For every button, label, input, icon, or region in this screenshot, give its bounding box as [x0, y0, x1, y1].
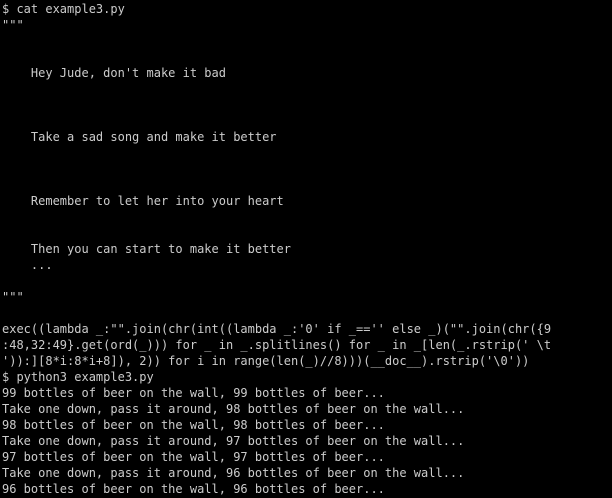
- output-line: Take one down, pass it around, 96 bottle…: [2, 466, 465, 480]
- exec-code-line: :48,32:49}.get(ord(_))) for _ in _.split…: [2, 338, 552, 352]
- output-line: 97 bottles of beer on the wall, 97 bottl…: [2, 450, 385, 464]
- output-line: 99 bottles of beer on the wall, 99 bottl…: [2, 386, 385, 400]
- lyric-line: Take a sad song and make it better: [2, 130, 277, 144]
- output-line: 98 bottles of beer on the wall, 98 bottl…: [2, 418, 385, 432]
- docstring-open: """: [2, 18, 24, 32]
- lyric-line: Then you can start to make it better: [2, 242, 291, 256]
- lyric-line: Remember to let her into your heart: [2, 194, 284, 208]
- lyric-line: ...: [2, 258, 53, 272]
- exec-code-line: exec((lambda _:"".join(chr(int((lambda _…: [2, 322, 552, 336]
- output-line: Take one down, pass it around, 98 bottle…: [2, 402, 465, 416]
- command-line: $ cat example3.py: [2, 2, 125, 16]
- lyric-line: Hey Jude, don't make it bad: [2, 66, 226, 80]
- terminal-window[interactable]: $ cat example3.py """ Hey Jude, don't ma…: [0, 0, 612, 498]
- output-line: 96 bottles of beer on the wall, 96 bottl…: [2, 482, 385, 496]
- docstring-close: """: [2, 290, 24, 304]
- command-line: $ python3 example3.py: [2, 370, 154, 384]
- output-line: Take one down, pass it around, 97 bottle…: [2, 434, 465, 448]
- exec-code-line: ')):][8*i:8*i+8]), 2)) for i in range(le…: [2, 354, 530, 368]
